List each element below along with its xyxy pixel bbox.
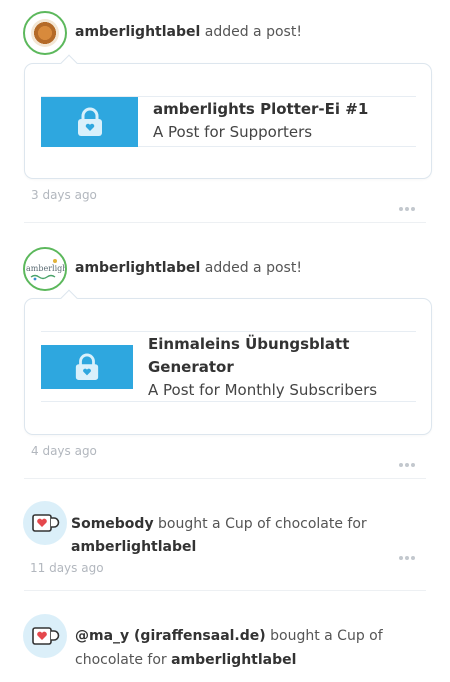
avatar-logo: amberlight-L — [25, 249, 65, 289]
post-preview[interactable]: amberlights Plotter-Ei #1 A Post for Sup… — [41, 96, 416, 147]
activity-headline: amberlightlabel added a post! — [75, 257, 302, 280]
author-avatar[interactable]: amberlight-L — [23, 247, 67, 291]
recipient-name[interactable]: amberlightlabel — [171, 652, 296, 668]
card-notch — [60, 289, 78, 307]
post-thumbnail — [41, 345, 133, 389]
buyer-name[interactable]: @ma_y (giraffensaal.de) — [75, 628, 266, 644]
avatar-logo-graphic: amberlight-L — [25, 249, 65, 289]
purchase-action: bought a Cup of chocolate for — [158, 516, 367, 532]
timestamp: 11 days ago — [30, 561, 104, 575]
lock-icon — [75, 353, 99, 380]
post-subtitle: A Post for Monthly Subscribers — [148, 381, 378, 399]
author-name[interactable]: amberlightlabel — [75, 260, 200, 276]
author-name[interactable]: amberlightlabel — [75, 24, 200, 40]
coffee-cup-heart-icon — [32, 514, 60, 532]
divider — [24, 478, 426, 479]
post-preview[interactable]: Einmaleins Übungsblatt Generator A Post … — [41, 331, 416, 402]
purchase-headline: @ma_y (giraffensaal.de) bought a Cup of — [75, 625, 415, 648]
coffee-cup-heart-icon — [32, 627, 60, 645]
post-title-line-2[interactable]: Generator — [148, 356, 234, 379]
post-subtitle: A Post for Supporters — [153, 123, 313, 141]
avatar-image — [31, 19, 59, 47]
timestamp: 4 days ago — [31, 444, 97, 458]
post-title-line-1[interactable]: Einmaleins Übungsblatt — [148, 333, 349, 356]
more-dots-icon[interactable] — [399, 545, 417, 560]
purchase-action-cont: chocolate for — [75, 652, 167, 668]
card-notch — [60, 54, 78, 72]
post-thumbnail — [41, 97, 138, 147]
activity-action: added a post! — [204, 24, 302, 40]
more-dots-icon[interactable] — [399, 452, 417, 467]
activity-feed: amberlightlabel added a post! amberlight… — [0, 0, 450, 682]
purchase-headline: Somebody bought a Cup of chocolate for — [71, 513, 401, 536]
post-card[interactable]: amberlights Plotter-Ei #1 A Post for Sup… — [24, 54, 432, 179]
activity-headline: amberlightlabel added a post! — [75, 21, 302, 44]
more-dots-icon[interactable] — [399, 196, 417, 211]
purchase-action: bought a Cup of — [270, 628, 383, 644]
post-card[interactable]: Einmaleins Übungsblatt Generator A Post … — [24, 289, 432, 435]
purchase-recipient-line: chocolate for amberlightlabel — [75, 649, 296, 672]
author-avatar[interactable] — [23, 11, 67, 55]
post-title[interactable]: amberlights Plotter-Ei #1 — [153, 98, 368, 121]
purchase-recipient-line: amberlightlabel — [71, 536, 196, 559]
activity-action: added a post! — [204, 260, 302, 276]
avatar-logo-text: amberlight-L — [26, 264, 65, 273]
supporter-avatar — [23, 614, 67, 658]
buyer-name[interactable]: Somebody — [71, 516, 154, 532]
recipient-name[interactable]: amberlightlabel — [71, 539, 196, 555]
divider — [24, 222, 426, 223]
divider — [24, 590, 426, 591]
timestamp: 3 days ago — [31, 188, 97, 202]
lock-icon — [77, 107, 102, 136]
supporter-avatar — [23, 501, 67, 545]
